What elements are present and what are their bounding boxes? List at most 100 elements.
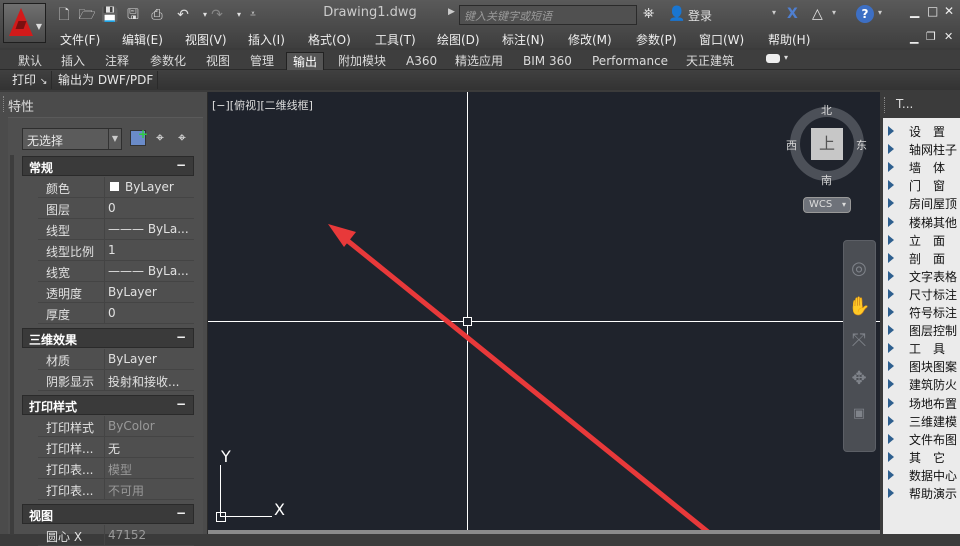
property-row[interactable]: 打印样... 无 (38, 437, 194, 458)
menu-draw[interactable]: 绘图(D) (437, 31, 480, 48)
tab-manage[interactable]: 管理 (244, 52, 280, 70)
search-input[interactable]: 键入关键字或短语 (459, 5, 637, 25)
tab-bim360[interactable]: BIM 360 (517, 52, 578, 70)
section-view[interactable]: 视图 − (22, 504, 194, 524)
minimize-window-button[interactable]: ▁ (910, 4, 919, 18)
compass-south[interactable]: 南 (821, 172, 832, 188)
property-row[interactable]: 打印表... 模型 (38, 458, 194, 479)
palette-grip[interactable] (884, 97, 887, 113)
compass-east[interactable]: 东 (856, 137, 867, 153)
orbit-icon[interactable]: ✥ (848, 368, 870, 389)
collapse-icon[interactable]: − (176, 330, 186, 344)
toggle-pickadd-icon[interactable]: ⌖ (178, 130, 186, 146)
property-row[interactable]: 透明度 ByLayer (38, 282, 194, 303)
menu-modify[interactable]: 修改(M) (568, 31, 612, 48)
panel-plot[interactable]: 打印 ↘ (8, 71, 53, 89)
property-row[interactable]: 打印表... 不可用 (38, 479, 194, 500)
binoculars-icon[interactable]: ⛯ (643, 6, 654, 22)
property-row[interactable]: 颜色 ByLayer (38, 177, 194, 198)
tianzheng-menu-item[interactable]: 图层控制 (886, 321, 960, 339)
collapse-icon[interactable]: − (176, 397, 186, 411)
user-icon[interactable]: 👤 (668, 6, 685, 22)
property-row[interactable]: 线型 ——— ByLa... (38, 219, 194, 240)
menu-window[interactable]: 窗口(W) (699, 31, 744, 48)
selection-dropdown[interactable]: 无选择 (22, 128, 122, 150)
properties-scrollbar[interactable] (10, 155, 14, 535)
quick-select-icon[interactable]: + (130, 127, 148, 146)
tianzheng-menu-item[interactable]: 文字表格 (886, 267, 960, 285)
tab-parametric[interactable]: 参数化 (144, 52, 192, 70)
redo-icon[interactable]: ↷ (208, 6, 226, 24)
menu-parametric[interactable]: 参数(P) (636, 31, 677, 48)
tianzheng-menu-item[interactable]: 其 它 (886, 448, 960, 466)
doc-close-button[interactable]: ✕ (944, 30, 953, 43)
property-row[interactable]: 图层 0 (38, 198, 194, 219)
section-3d-effects[interactable]: 三维效果 − (22, 328, 194, 348)
exchange-apps-icon[interactable]: X (787, 6, 798, 22)
property-row[interactable]: 打印样式 ByColor (38, 416, 194, 437)
property-row[interactable]: 线型比例 1 (38, 240, 194, 261)
doc-restore-button[interactable]: ❐ (926, 30, 936, 43)
new-icon[interactable]: 🗋 (55, 6, 73, 24)
tab-tianzheng[interactable]: 天正建筑 (680, 52, 740, 70)
tab-default[interactable]: 默认 (12, 52, 48, 70)
zoom-extents-icon[interactable]: ⤧ (848, 330, 870, 351)
palette-grip[interactable] (3, 96, 7, 112)
close-window-button[interactable]: ✕ (944, 4, 954, 18)
tab-output[interactable]: 输出 (286, 52, 325, 70)
ribbon-minimize-icon[interactable] (766, 54, 780, 63)
save-as-icon[interactable]: 🖫 (124, 6, 142, 24)
showmotion-icon[interactable]: ▣ (848, 406, 870, 421)
chevron-down-icon[interactable]: ▼ (108, 129, 121, 149)
section-general[interactable]: 常规 − (22, 156, 194, 176)
save-icon[interactable]: 💾 (101, 6, 119, 24)
login-dropdown-icon[interactable]: ▾ (772, 8, 776, 17)
customize-quick-access-icon[interactable]: ⩡ (244, 6, 262, 24)
tianzheng-menu-item[interactable]: 立 面 (886, 231, 960, 249)
login-button[interactable]: 登录 (688, 7, 712, 24)
menu-format[interactable]: 格式(O) (308, 31, 351, 48)
tianzheng-menu-item[interactable]: 图块图案 (886, 357, 960, 375)
tianzheng-menu-item[interactable]: 符号标注 (886, 303, 960, 321)
tianzheng-menu-item[interactable]: 尺寸标注 (886, 285, 960, 303)
section-plot-style[interactable]: 打印样式 − (22, 395, 194, 415)
menu-insert[interactable]: 插入(I) (248, 31, 285, 48)
tab-view[interactable]: 视图 (200, 52, 236, 70)
tianzheng-menu-item[interactable]: 楼梯其他 (886, 213, 960, 231)
tab-insert[interactable]: 插入 (55, 52, 91, 70)
tianzheng-menu-item[interactable]: 墙 体 (886, 158, 960, 176)
help-icon[interactable]: ? (856, 5, 874, 23)
menu-tools[interactable]: 工具(T) (375, 31, 416, 48)
tab-annotate[interactable]: 注释 (99, 52, 135, 70)
doc-minimize-button[interactable]: ▁ (910, 31, 918, 44)
tianzheng-menu-item[interactable]: 工 具 (886, 339, 960, 357)
panel-export-dwf-pdf[interactable]: 输出为 DWF/PDF (54, 71, 159, 89)
ribbon-options-dropdown-icon[interactable]: ▾ (784, 53, 788, 62)
tianzheng-menu-item[interactable]: 建筑防火 (886, 375, 960, 393)
tianzheng-menu-item[interactable]: 三维建模 (886, 412, 960, 430)
help-dropdown-icon[interactable]: ▾ (878, 8, 882, 17)
pan-hand-icon[interactable]: ✋ (848, 296, 870, 317)
compass-north[interactable]: 北 (821, 102, 832, 118)
wcs-menu-button[interactable]: WCS ▾ (803, 197, 851, 213)
select-objects-icon[interactable]: ⌖ (156, 130, 164, 146)
property-row[interactable]: 圆心 X 47152 (38, 525, 194, 546)
menu-dimension[interactable]: 标注(N) (502, 31, 544, 48)
tianzheng-menu-item[interactable]: 数据中心 (886, 466, 960, 484)
open-icon[interactable]: 🗁 (78, 6, 96, 24)
tianzheng-menu-item[interactable]: 文件布图 (886, 430, 960, 448)
menu-edit[interactable]: 编辑(E) (122, 31, 163, 48)
tianzheng-menu-item[interactable]: 剖 面 (886, 249, 960, 267)
property-row[interactable]: 材质 ByLayer (38, 349, 194, 370)
maximize-window-button[interactable]: □ (927, 4, 938, 18)
tianzheng-menu-item[interactable]: 房间屋顶 (886, 194, 960, 212)
tab-performance[interactable]: Performance (586, 52, 674, 70)
collapse-icon[interactable]: − (176, 506, 186, 520)
menu-help[interactable]: 帮助(H) (768, 31, 810, 48)
viewcube-top-face[interactable]: 上 (811, 128, 843, 160)
steering-wheel-icon[interactable]: ◎ (848, 258, 870, 279)
tianzheng-menu-item[interactable]: 帮助演示 (886, 484, 960, 502)
menu-file[interactable]: 文件(F) (60, 31, 100, 48)
a360-dropdown-icon[interactable]: ▾ (832, 8, 836, 17)
tianzheng-menu-item[interactable]: 门 窗 (886, 176, 960, 194)
